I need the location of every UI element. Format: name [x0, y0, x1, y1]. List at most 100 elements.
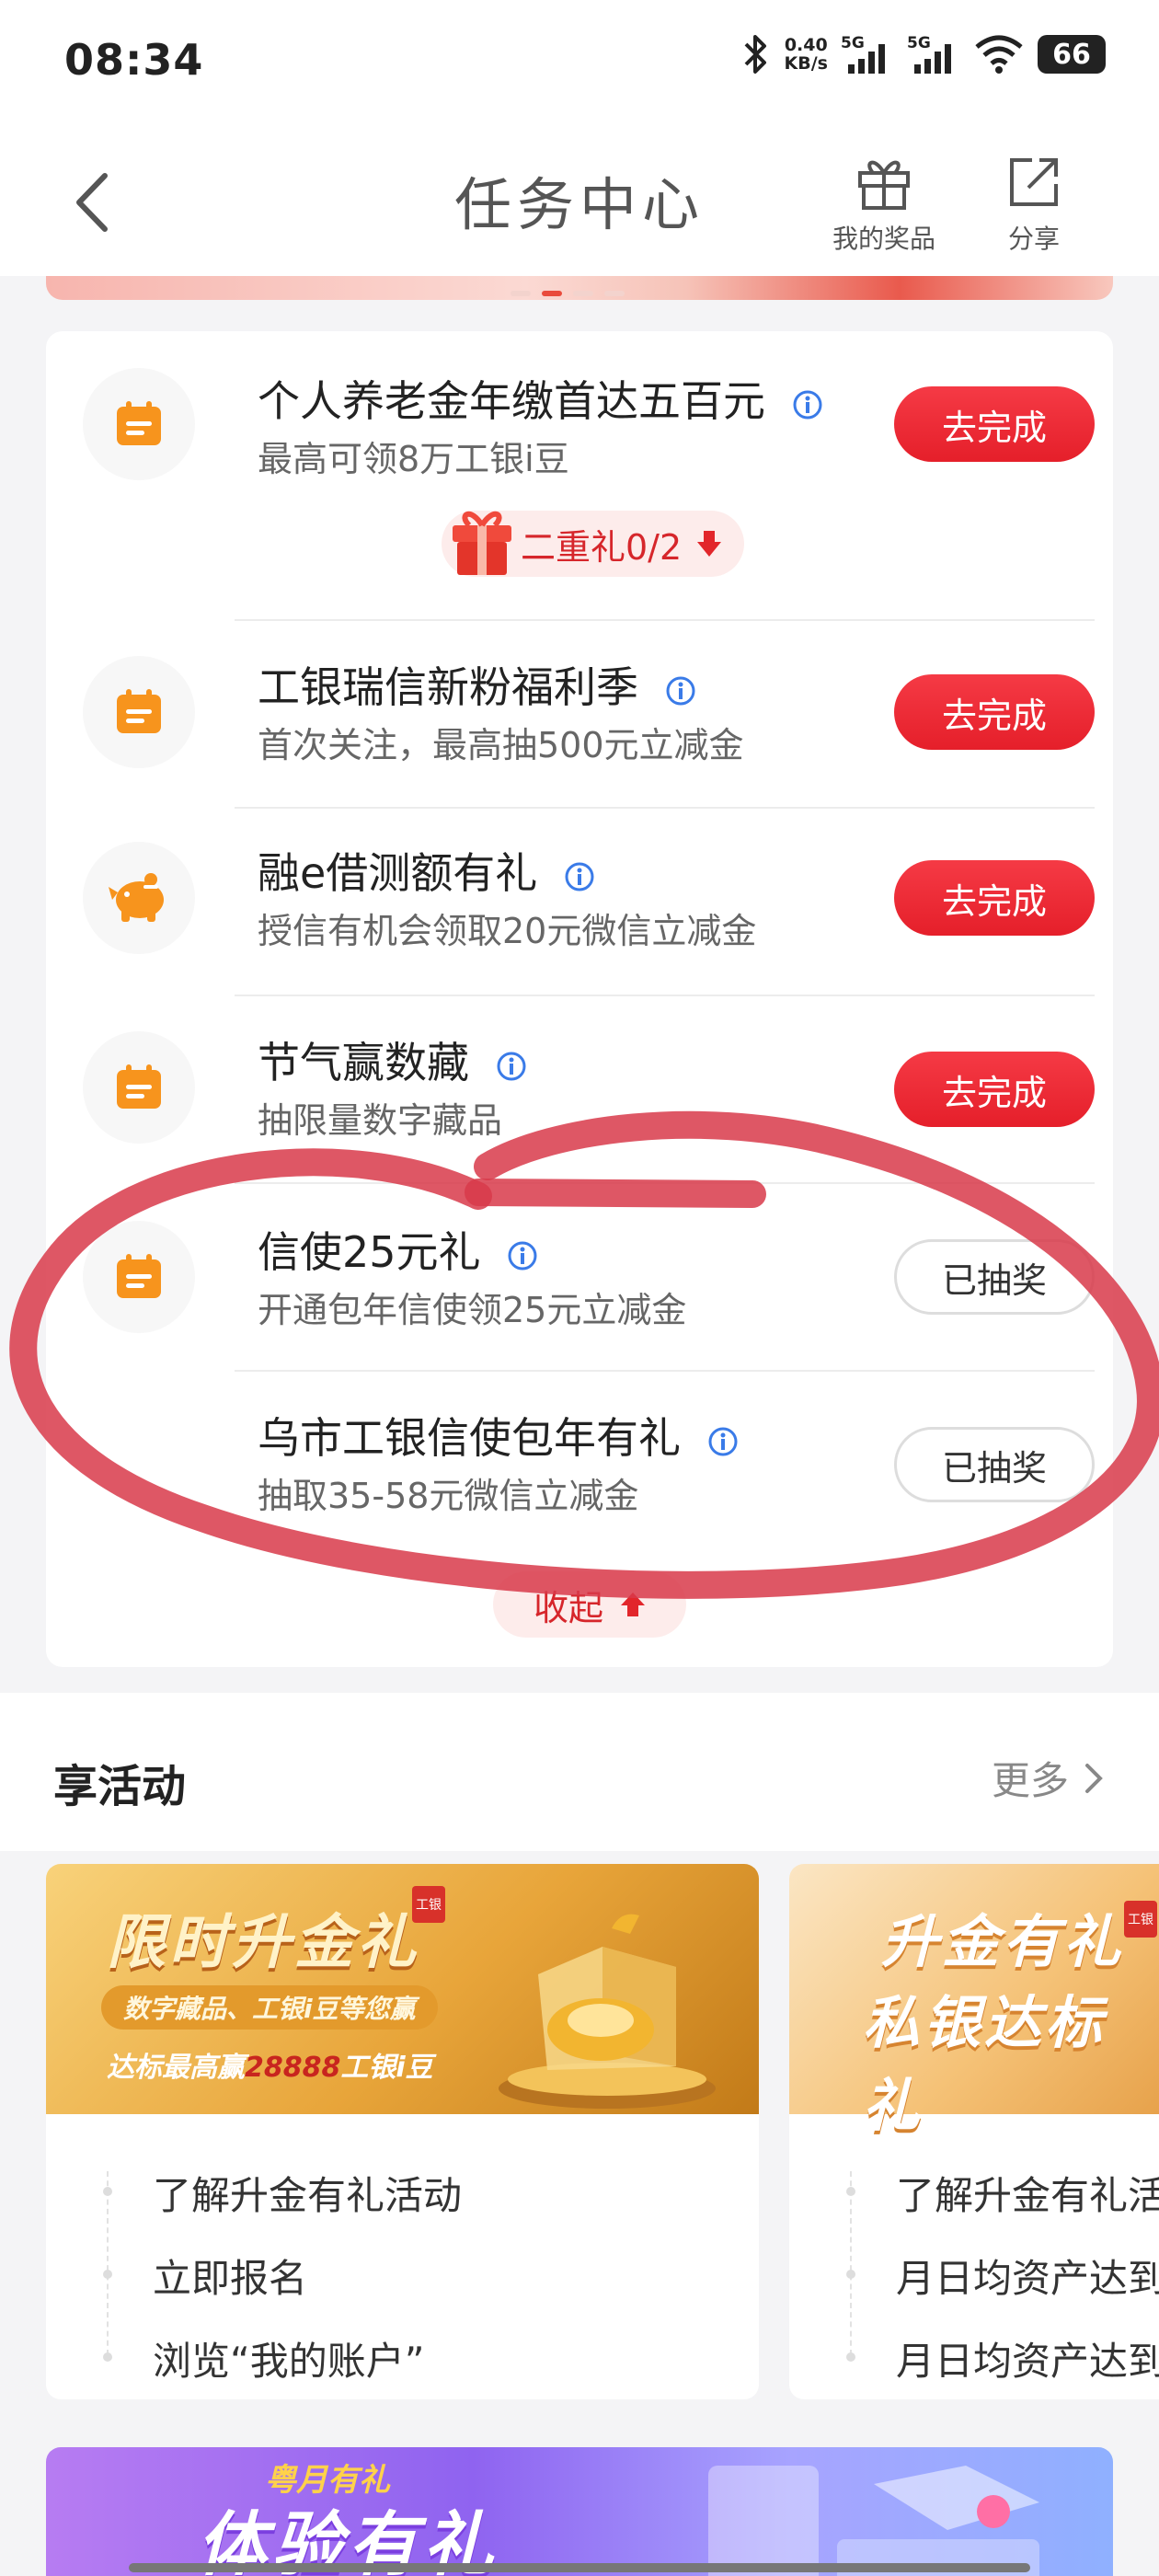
task-item: 信使25元礼 开通包年信使领25元立减金 已抽奖 [46, 1182, 1113, 1370]
task-item: 个人养老金年缴首达五百元 最高可领8万工银i豆 去完成 [46, 331, 1113, 519]
activity-banner[interactable]: 限时升金礼 工银 数字藏品、工银i豆等您赢 达标最高赢28888工银i豆 [46, 1864, 759, 2114]
carousel-dot [604, 291, 625, 296]
task-subtitle: 抽取35-58元微信立减金 [258, 1476, 639, 1516]
carousel-dots [511, 291, 625, 296]
top-banner[interactable] [46, 276, 1113, 300]
activity-step[interactable]: 月日均资产达到 [789, 2234, 1159, 2317]
task-item: 节气赢数藏 抽限量数字藏品 去完成 [46, 995, 1113, 1182]
signal-5g-icon: 5G [841, 34, 885, 74]
activity-card[interactable]: 限时升金礼 工银 数字藏品、工银i豆等您赢 达标最高赢28888工银i豆 了解升… [46, 1864, 759, 2399]
more-label: 更多 [991, 1758, 1069, 1803]
task-list-card: 个人养老金年缴首达五百元 最高可领8万工银i豆 去完成 二重礼0/2 工银瑞信新… [46, 331, 1113, 1667]
activity-step[interactable]: 了解升金有礼活动 [46, 2151, 759, 2234]
task-title: 个人养老金年缴首达五百元 [258, 368, 823, 429]
chevron-right-icon [1085, 1763, 1103, 1793]
task-title: 乌市工银信使包年有礼 [258, 1405, 739, 1466]
info-icon[interactable] [665, 675, 696, 707]
activities-section-header: 享活动 更多 [0, 1693, 1159, 1851]
task-icon-container [83, 656, 195, 768]
gold-ingot-illustration [499, 1914, 716, 2109]
signal-5g-icon-2: 5G [907, 34, 951, 74]
task-item: 乌市工银信使包年有礼 抽取35-58元微信立减金 已抽奖 [46, 1370, 1113, 1558]
banner-title: 限时升金礼 [107, 1909, 419, 1977]
section-title: 享活动 [53, 1761, 187, 1812]
red-gift-icon [453, 512, 511, 575]
activity-banner[interactable]: 升金有礼 私银达标礼 工银 [789, 1864, 1159, 2139]
share-label: 分享 [1007, 224, 1060, 254]
task-icon-container [83, 842, 195, 954]
task-title: 信使25元礼 [258, 1219, 538, 1280]
task-item: 融e借测额有礼 授信有机会领取20元微信立减金 去完成 [46, 807, 1113, 995]
calendar-icon [117, 1064, 161, 1109]
info-icon[interactable] [792, 389, 823, 420]
gift-box-icon [858, 160, 910, 210]
promo-illustration [708, 2466, 1039, 2576]
complete-task-button[interactable]: 去完成 [894, 386, 1095, 462]
bonus-gift-pill[interactable]: 二重礼0/2 [442, 511, 745, 577]
task-subtitle: 抽限量数字藏品 [258, 1100, 503, 1141]
brand-stamp: 工银 [412, 1886, 445, 1923]
task-subtitle: 授信有机会领取20元微信立减金 [258, 911, 757, 951]
info-icon[interactable] [564, 861, 595, 892]
activity-card[interactable]: 升金有礼 私银达标礼 工银 了解升金有礼活 月日均资产达到 月日均资产达到 [789, 1864, 1159, 2399]
info-icon[interactable] [507, 1240, 538, 1271]
drawn-status-button[interactable]: 已抽奖 [894, 1239, 1095, 1315]
signal-5g-label-2: 5G [907, 34, 931, 52]
task-icon-container [83, 1031, 195, 1144]
collapse-button[interactable]: 收起 [493, 1571, 686, 1638]
task-subtitle: 首次关注，最高抽500元立减金 [258, 725, 744, 765]
carousel-dot-active [542, 291, 562, 296]
activity-step[interactable]: 月日均资产达到 [789, 2317, 1159, 2399]
task-icon-container [83, 368, 195, 480]
home-indicator[interactable] [129, 2563, 1030, 2572]
calendar-icon [117, 689, 161, 733]
status-bar: 08:34 0.40 KB/s 5G 5G 66 [0, 0, 1159, 120]
network-speed: 0.40 KB/s [784, 35, 828, 74]
arrow-up-icon [621, 1593, 645, 1616]
activity-steps: 了解升金有礼活动 立即报名 浏览“我的账户” [46, 2114, 759, 2399]
info-icon[interactable] [496, 1051, 527, 1082]
banner-tag: 数字藏品、工银i豆等您赢 [101, 1985, 438, 2030]
my-prizes-label: 我的奖品 [832, 224, 936, 254]
brand-stamp: 工银 [1124, 1901, 1157, 1938]
carousel-dot [511, 291, 531, 296]
drawn-status-button[interactable]: 已抽奖 [894, 1427, 1095, 1502]
signal-5g-label: 5G [841, 34, 865, 52]
carousel-dot [573, 291, 593, 296]
info-icon[interactable] [707, 1426, 739, 1457]
more-link[interactable]: 更多 [992, 1750, 1104, 1806]
share-icon [1010, 158, 1058, 206]
activity-step[interactable]: 了解升金有礼活 [789, 2151, 1159, 2234]
my-prizes-button[interactable]: 我的奖品 [832, 153, 935, 256]
complete-task-button[interactable]: 去完成 [894, 1052, 1095, 1127]
page-title: 任务中心 [453, 171, 705, 238]
battery-indicator: 66 [1038, 35, 1106, 74]
calendar-icon [117, 1254, 161, 1298]
bonus-gift-label: 二重礼0/2 [521, 526, 683, 568]
wifi-icon [975, 35, 1023, 74]
arrow-down-icon [697, 531, 722, 557]
share-button[interactable]: 分享 [1004, 153, 1063, 256]
status-time: 08:34 [64, 35, 204, 85]
task-icon-container [83, 1221, 195, 1333]
task-title: 节气赢数藏 [258, 1029, 527, 1090]
complete-task-button[interactable]: 去完成 [894, 674, 1095, 750]
activity-step[interactable]: 立即报名 [46, 2234, 759, 2317]
activity-steps: 了解升金有礼活 月日均资产达到 月日均资产达到 [789, 2114, 1159, 2399]
task-title: 融e借测额有礼 [258, 840, 595, 901]
complete-task-button[interactable]: 去完成 [894, 860, 1095, 936]
calendar-icon [117, 401, 161, 445]
activity-step[interactable]: 浏览“我的账户” [46, 2317, 759, 2399]
banner-line: 达标最高赢28888工银i豆 [107, 2052, 433, 2084]
collapse-label: 收起 [533, 1587, 603, 1628]
task-title: 工银瑞信新粉福利季 [258, 654, 696, 715]
task-subtitle: 开通包年信使领25元立减金 [258, 1290, 687, 1330]
promo-banner[interactable]: 粤月有礼 体验有礼 [46, 2447, 1113, 2576]
status-icons: 0.40 KB/s 5G 5G 66 [740, 33, 1106, 75]
piggy-bank-icon [109, 873, 164, 922]
banner-title: 升金有礼 [881, 1908, 1125, 1975]
task-item: 工银瑞信新粉福利季 首次关注，最高抽500元立减金 去完成 [46, 619, 1113, 807]
page-header: 任务中心 我的奖品 分享 [0, 120, 1159, 276]
bluetooth-icon [744, 35, 766, 74]
task-subtitle: 最高可领8万工银i豆 [258, 439, 569, 479]
